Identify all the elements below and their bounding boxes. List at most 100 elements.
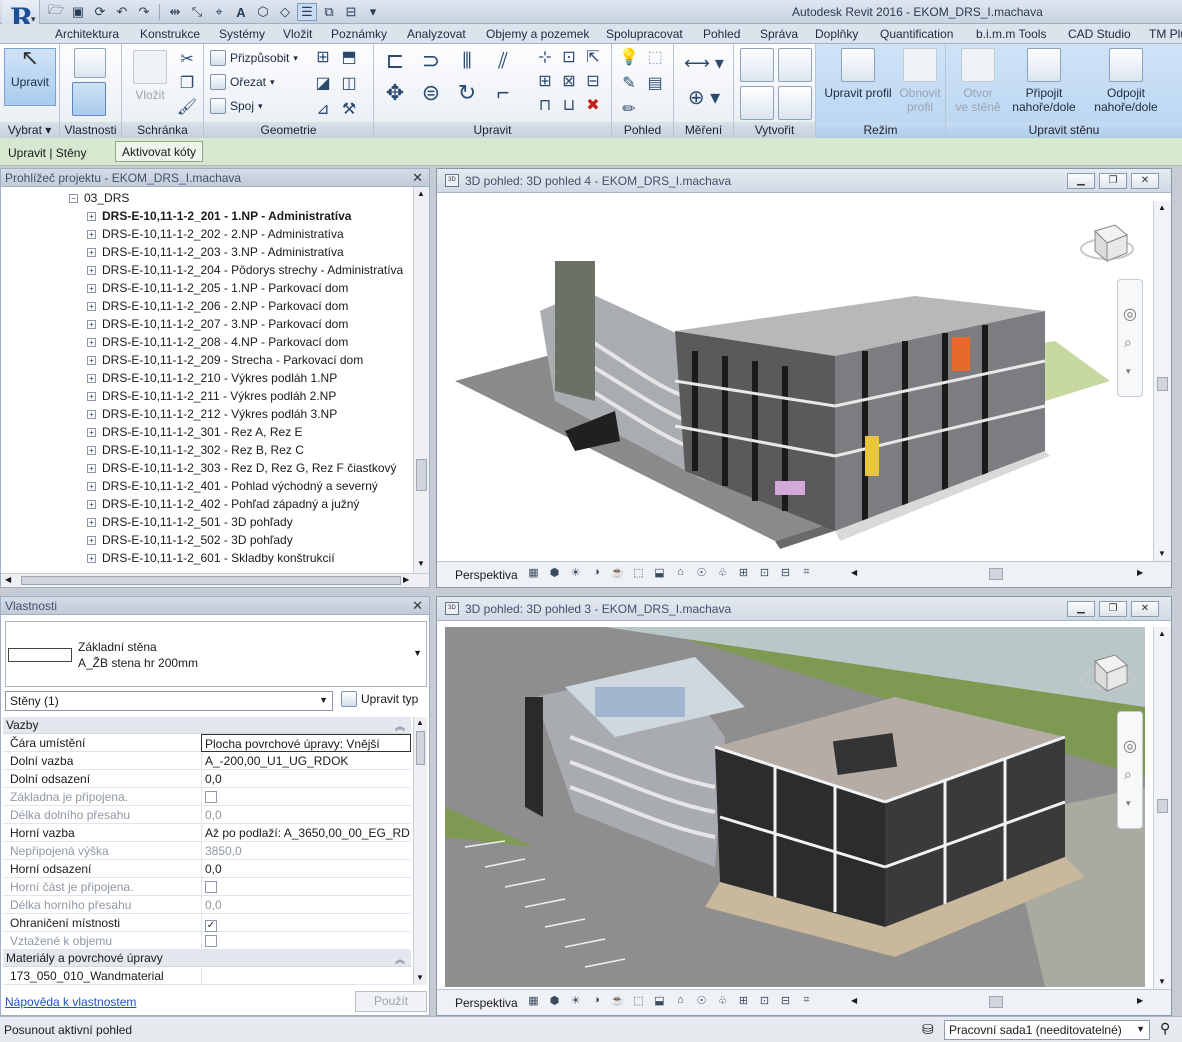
properties-scrollbar[interactable]: ▲ ▼ xyxy=(413,717,427,985)
text-icon[interactable]: A xyxy=(231,3,251,21)
close-button[interactable]: ✕ xyxy=(1131,601,1159,617)
close-hidden-windows-icon[interactable]: ⧉ xyxy=(319,3,339,21)
unpin-icon[interactable]: ⇱ xyxy=(582,46,604,68)
view-horizontal-scrollbar[interactable]: ◀ ▶ xyxy=(849,994,1149,1010)
offset-icon[interactable]: ⊃ xyxy=(416,46,446,76)
tab-poznamky[interactable]: Poznámky xyxy=(331,27,387,41)
chevron-down-icon[interactable]: ▾ xyxy=(1126,798,1131,809)
properties-palette-icon[interactable] xyxy=(72,82,106,116)
sun-path-icon[interactable]: ☀ xyxy=(567,994,584,1009)
tab-spolupracovat[interactable]: Spolupracovat xyxy=(606,27,683,41)
activate-dimensions-button[interactable]: Aktivovat kóty xyxy=(115,141,204,162)
tree-item[interactable]: + DRS-E-10,11-1-2_206 - 2.NP - Parkovací … xyxy=(87,297,348,315)
show-crop-icon[interactable]: ⬓ xyxy=(651,566,668,581)
expand-icon[interactable]: + xyxy=(87,355,96,365)
select-panel-label[interactable]: Vybrat ▾ xyxy=(0,122,59,138)
worksharing-display-icon[interactable]: ⌗ xyxy=(798,566,815,581)
detail-level-icon[interactable]: ▦ xyxy=(525,566,542,581)
scroll-thumb[interactable] xyxy=(416,459,427,491)
steering-wheel-icon[interactable]: ◎ xyxy=(1123,304,1137,324)
override-graphics-icon[interactable]: ✎ xyxy=(618,72,640,94)
align-icon[interactable]: ⊏ xyxy=(380,46,410,76)
expand-icon[interactable]: + xyxy=(87,445,96,455)
wall-opening-button[interactable]: Otvor ve stěně xyxy=(950,48,1006,114)
reveal-hidden-icon[interactable]: ♧ xyxy=(714,994,731,1009)
tree-item[interactable]: + DRS-E-10,11-1-2_211 - Výkres podláh 2.N… xyxy=(87,387,336,405)
tree-item[interactable]: + DRS-E-10,11-1-2_205 - 1.NP - Parkovací … xyxy=(87,279,348,297)
dimension-icon[interactable]: ⊕ ▾ xyxy=(682,86,726,109)
view-window-3d-3[interactable]: 3D 3D pohled: 3D pohled 3 - EKOM_DRS_I.m… xyxy=(436,596,1172,1016)
tree-item[interactable]: + DRS-E-10,11-1-2_209 - Strecha - Parkova… xyxy=(87,351,363,369)
restore-button[interactable]: ❐ xyxy=(1099,601,1127,617)
tree-item[interactable]: + DRS-E-10,11-1-2_203 - 3.NP - Administra… xyxy=(87,243,344,261)
delete-icon[interactable]: ✖ xyxy=(582,94,604,116)
array-icon[interactable]: ⊞ xyxy=(534,70,556,92)
property-value[interactable] xyxy=(201,967,411,985)
tag-icon[interactable]: ⌖ xyxy=(209,3,229,21)
detail-level-icon[interactable]: ▦ xyxy=(525,994,542,1009)
projection-mode[interactable]: Perspektiva xyxy=(455,568,518,582)
minimize-button[interactable]: ▁ xyxy=(1067,173,1095,189)
scroll-right-icon[interactable]: ▶ xyxy=(1137,996,1143,1005)
scroll-up-icon[interactable]: ▲ xyxy=(1158,203,1166,212)
expand-icon[interactable]: + xyxy=(87,499,96,509)
shadows-icon[interactable]: ◑ xyxy=(588,994,605,1009)
type-properties-icon[interactable] xyxy=(74,48,106,78)
cut-icon[interactable]: ✂ xyxy=(176,48,198,70)
create-parts-icon[interactable] xyxy=(778,48,812,82)
projection-mode[interactable]: Perspektiva xyxy=(455,996,518,1010)
create-group-icon[interactable] xyxy=(740,86,774,120)
undo-icon[interactable]: ↶ xyxy=(112,3,132,21)
close-icon[interactable]: ✕ xyxy=(412,598,423,614)
tree-item[interactable]: + DRS-E-10,11-1-2_301 - Rez A, Rez E xyxy=(87,423,303,441)
modify-button[interactable]: ↖ Upravit xyxy=(4,47,56,106)
scroll-down-icon[interactable]: ▼ xyxy=(1158,549,1166,558)
scroll-left-icon[interactable]: ◀ xyxy=(5,575,11,584)
save-icon[interactable]: ▣ xyxy=(68,3,88,21)
expand-icon[interactable]: + xyxy=(87,373,96,383)
tab-systemy[interactable]: Systémy xyxy=(219,27,265,41)
properties-help-link[interactable]: Nápověda k vlastnostem xyxy=(5,995,136,1009)
tree-item[interactable]: + DRS-E-10,11-1-2_501 - 3D pohľady xyxy=(87,513,293,531)
constraints-icon[interactable]: ⊟ xyxy=(777,566,794,581)
tab-tm-plus[interactable]: TM Plu xyxy=(1149,27,1182,41)
property-value[interactable]: A_-200,00_U1_UG_RDOK xyxy=(201,752,411,770)
tab-vlozit[interactable]: Vložit xyxy=(283,27,312,41)
zoom-icon[interactable]: ⌕ xyxy=(1124,766,1132,783)
paint-view-icon[interactable]: ✏ xyxy=(618,98,640,120)
tab-konstrukce[interactable]: Konstrukce xyxy=(140,27,200,41)
browser-vertical-scrollbar[interactable]: ▲ ▼ xyxy=(413,187,429,573)
scroll-thumb[interactable] xyxy=(989,568,1003,580)
tab-pohled[interactable]: Pohled xyxy=(703,27,740,41)
expand-icon[interactable]: + xyxy=(87,463,96,473)
rotate-icon[interactable]: ↻ xyxy=(452,78,482,108)
split-element-icon[interactable]: ⊹ xyxy=(534,46,556,68)
tab-bimm-tools[interactable]: b.i.m.m Tools xyxy=(976,27,1046,41)
tree-item[interactable]: + DRS-E-10,11-1-2_502 - 3D pohľady xyxy=(87,531,293,549)
scroll-down-icon[interactable]: ▼ xyxy=(416,973,424,982)
tree-item[interactable]: + DRS-E-10,11-1-2_210 - Výkres podláh 1.N… xyxy=(87,369,337,387)
shadows-icon[interactable]: ◑ xyxy=(588,566,605,581)
aligned-dimension-icon[interactable]: ⤡ xyxy=(187,3,207,21)
chevron-up-icon[interactable]: ︽ xyxy=(395,718,405,733)
lock-3d-icon[interactable]: ⌂ xyxy=(672,994,689,1009)
trim-extend-icon[interactable]: ⌐ xyxy=(488,78,518,108)
constraints-icon[interactable]: ⊟ xyxy=(777,994,794,1009)
pin-icon[interactable]: ⊟ xyxy=(582,70,604,92)
scroll-right-icon[interactable]: ▶ xyxy=(403,575,409,584)
analytical-model-icon[interactable]: ⊞ xyxy=(735,566,752,581)
tree-item[interactable]: + DRS-E-10,11-1-2_212 - Výkres podláh 3.N… xyxy=(87,405,337,423)
trim-single-icon[interactable]: ⊓ xyxy=(534,94,556,116)
scroll-left-icon[interactable]: ◀ xyxy=(851,568,857,577)
property-value[interactable]: 0,0 xyxy=(201,770,411,788)
scroll-right-icon[interactable]: ▶ xyxy=(1137,568,1143,577)
render-icon[interactable]: ☕ xyxy=(609,566,626,581)
expand-icon[interactable]: + xyxy=(87,535,96,545)
visual-style-icon[interactable]: ⬢ xyxy=(546,566,563,581)
tree-item[interactable]: + DRS-E-10,11-1-2_208 - 4.NP - Parkovací … xyxy=(87,333,348,351)
create-similar-icon[interactable] xyxy=(778,86,812,120)
lock-3d-icon[interactable]: ⌂ xyxy=(672,566,689,581)
copy-element-icon[interactable]: ⊜ xyxy=(416,78,446,108)
expand-icon[interactable]: + xyxy=(87,427,96,437)
property-group-constraints[interactable]: Vazby ︽ xyxy=(3,717,411,734)
